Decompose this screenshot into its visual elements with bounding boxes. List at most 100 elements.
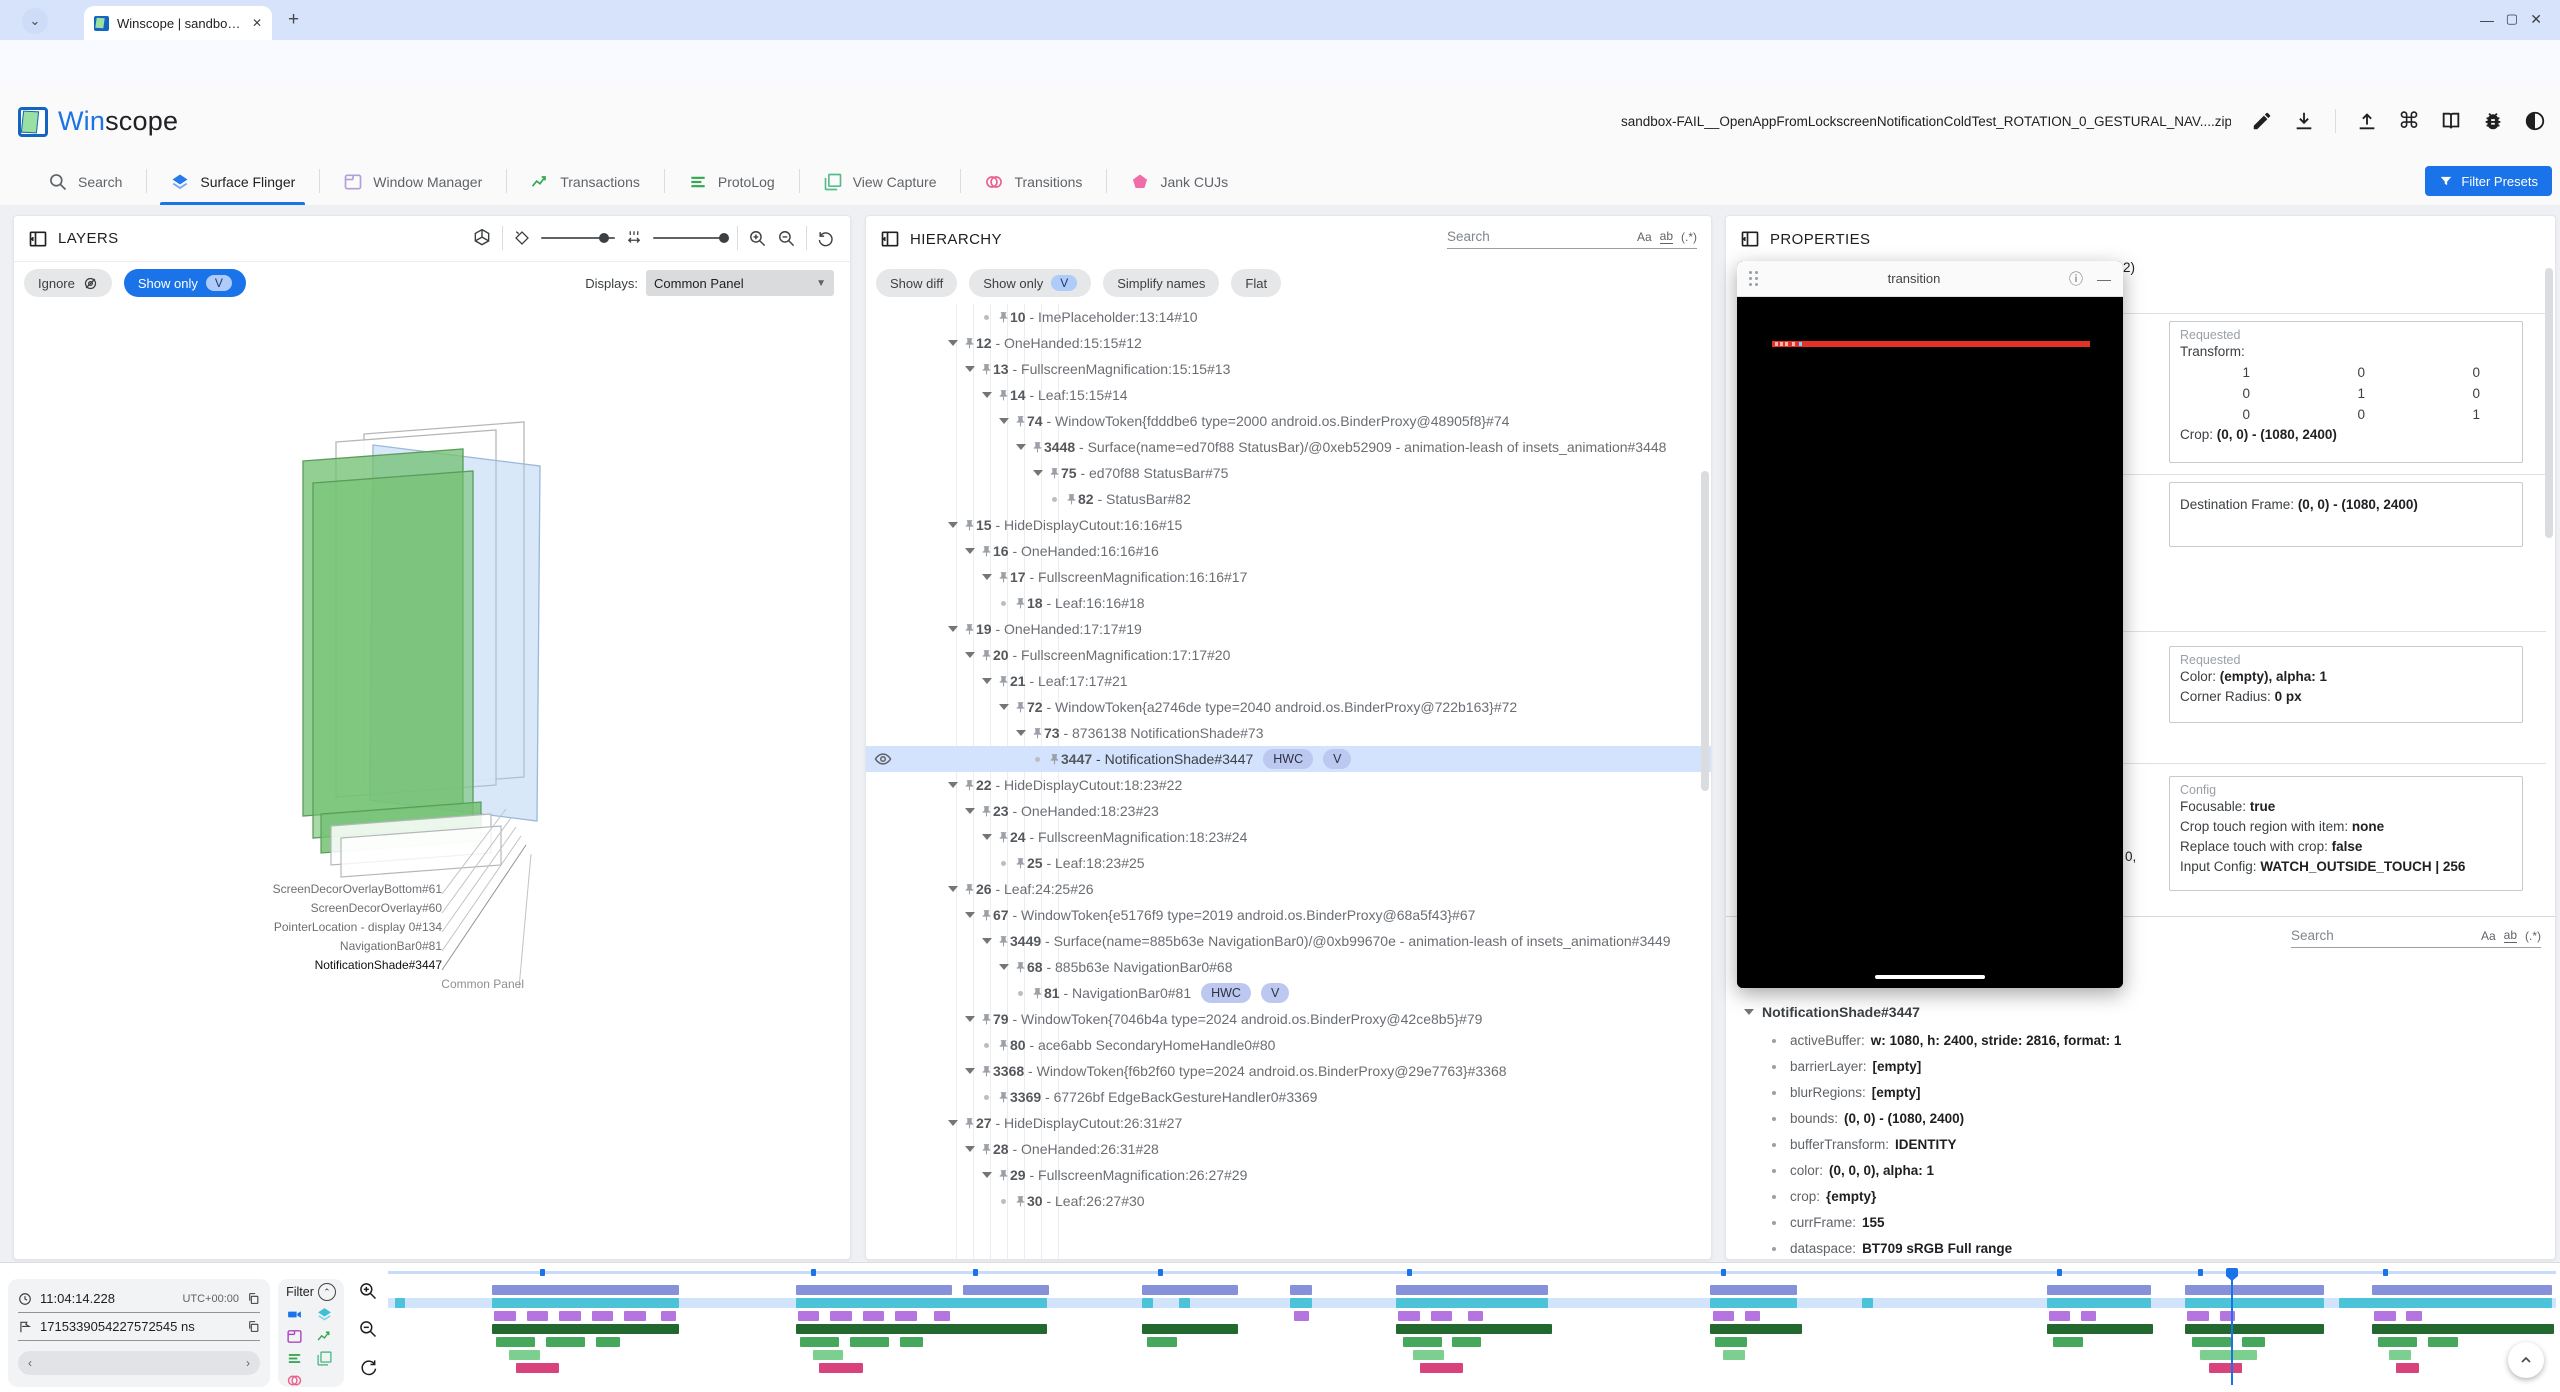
tab-protolog[interactable]: ProtoLog: [664, 158, 799, 205]
trace-entry-segment[interactable]: [1715, 1337, 1748, 1347]
new-tab-button[interactable]: +: [288, 9, 299, 31]
trace-entry-segment[interactable]: [2220, 1311, 2235, 1321]
curr-property-row[interactable]: barrierLayer: [empty]: [1772, 1054, 2545, 1080]
download-trace-icon[interactable]: [2293, 110, 2315, 132]
trace-entry-segment[interactable]: [1403, 1337, 1442, 1347]
pin-icon[interactable]: [1031, 987, 1044, 1000]
expand-chevron-icon[interactable]: [1016, 444, 1026, 450]
trace-entry-segment[interactable]: [796, 1298, 1047, 1308]
layer-3d-label[interactable]: ScreenDecorOverlayBottom#61: [22, 882, 442, 896]
pin-icon[interactable]: [1031, 727, 1044, 740]
trace-entry-segment[interactable]: [1142, 1298, 1153, 1308]
tree-row[interactable]: 80 - ace6abb SecondaryHomeHandle0#80: [866, 1032, 1711, 1058]
trace-entry-segment[interactable]: [1713, 1311, 1735, 1321]
minimize-window-icon[interactable]: —: [2480, 12, 2494, 28]
trace-entry-segment[interactable]: [2081, 1311, 2096, 1321]
tree-row[interactable]: 13 - FullscreenMagnification:15:15#13: [866, 356, 1711, 382]
filter-transitions-icon[interactable]: [286, 1372, 303, 1389]
chip-show-only[interactable]: Show onlyV: [969, 269, 1091, 297]
drag-handle-icon[interactable]: [1749, 271, 1759, 287]
rotation-slider[interactable]: [541, 237, 615, 239]
trace-entry-segment[interactable]: [1710, 1324, 1801, 1334]
browser-tab[interactable]: Winscope | sandbox-FAIL ✕: [84, 6, 272, 40]
trace-entry-segment[interactable]: [830, 1311, 852, 1321]
pin-icon[interactable]: [963, 1117, 976, 1130]
pin-icon[interactable]: [980, 805, 993, 818]
trace-entry-segment[interactable]: [963, 1285, 1050, 1295]
ns-time-row[interactable]: 1715339054227572545 ns: [18, 1313, 260, 1341]
upload-trace-icon[interactable]: [2356, 110, 2378, 132]
expand-chevron-icon[interactable]: [1033, 470, 1043, 476]
trace-entry-segment[interactable]: [850, 1337, 889, 1347]
copy-icon[interactable]: [247, 1292, 260, 1305]
pin-icon[interactable]: [997, 1169, 1010, 1182]
expand-chevron-icon[interactable]: [965, 1146, 975, 1152]
trace-entry-segment[interactable]: [1294, 1311, 1309, 1321]
show-in-3d-eye-icon[interactable]: [874, 750, 892, 768]
tree-row[interactable]: 25 - Leaf:18:23#25: [866, 850, 1711, 876]
trace-entry-segment[interactable]: [546, 1337, 585, 1347]
trace-entry-segment[interactable]: [895, 1311, 917, 1321]
pin-icon[interactable]: [963, 623, 976, 636]
trace-entry-segment[interactable]: [2242, 1337, 2266, 1347]
pin-icon[interactable]: [963, 883, 976, 896]
expand-chevron-icon[interactable]: [982, 574, 992, 580]
expand-chevron-icon[interactable]: [965, 366, 975, 372]
tree-row[interactable]: 72 - WindowToken{a2746de type=2040 andro…: [866, 694, 1711, 720]
pin-icon[interactable]: [1031, 441, 1044, 454]
tab-view-capture[interactable]: View Capture: [799, 158, 961, 205]
documentation-book-icon[interactable]: [2440, 110, 2462, 132]
pin-icon[interactable]: [980, 1065, 993, 1078]
overlay-titlebar[interactable]: transition ⓘ —: [1737, 261, 2123, 297]
pin-icon[interactable]: [997, 1039, 1010, 1052]
edit-pencil-icon[interactable]: [2251, 110, 2273, 132]
trace-entry-segment[interactable]: [1396, 1285, 1548, 1295]
tab-surface-flinger[interactable]: Surface Flinger: [146, 158, 319, 205]
displays-select[interactable]: Common Panel ▼: [646, 270, 834, 296]
spacing-icon[interactable]: [625, 229, 643, 247]
tree-row[interactable]: 21 - Leaf:17:17#21: [866, 668, 1711, 694]
layer-3d-label[interactable]: PointerLocation - display 0#134: [22, 920, 442, 934]
trace-entry-segment[interactable]: [1431, 1311, 1453, 1321]
pin-icon[interactable]: [1014, 857, 1027, 870]
trace-entry-segment[interactable]: [2200, 1350, 2256, 1360]
pin-icon[interactable]: [1014, 961, 1027, 974]
info-icon[interactable]: ⓘ: [2069, 269, 2083, 289]
tree-row[interactable]: 19 - OneHanded:17:17#19: [866, 616, 1711, 642]
layer-3d-label[interactable]: Common Panel: [104, 977, 524, 991]
expand-chevron-icon[interactable]: [1744, 1009, 1754, 1015]
tree-row[interactable]: 17 - FullscreenMagnification:16:16#17: [866, 564, 1711, 590]
pin-icon[interactable]: [963, 779, 976, 792]
hierarchy-search-field[interactable]: Search Aaab(.*): [1447, 229, 1697, 249]
tree-row[interactable]: 74 - WindowToken{fdddbe6 type=2000 andro…: [866, 408, 1711, 434]
trace-entry-segment[interactable]: [1862, 1298, 1873, 1308]
3d-view-cube-icon[interactable]: [472, 228, 492, 248]
expand-chevron-icon[interactable]: [965, 548, 975, 554]
trace-entry-segment[interactable]: [2187, 1311, 2209, 1321]
tree-row[interactable]: 67 - WindowToken{e5176f9 type=2019 andro…: [866, 902, 1711, 928]
pin-icon[interactable]: [980, 909, 993, 922]
curr-property-row[interactable]: color: (0, 0, 0), alpha: 1: [1772, 1158, 2545, 1184]
filter-screen-recording-icon[interactable]: [286, 1306, 303, 1323]
tree-row[interactable]: 24 - FullscreenMagnification:18:23#24: [866, 824, 1711, 850]
filter-transactions-icon[interactable]: [316, 1328, 333, 1345]
tab-jank-cujs[interactable]: Jank CUJs: [1106, 158, 1252, 205]
tree-row-selected[interactable]: 3447 - NotificationShade#3447HWCV: [866, 746, 1711, 772]
trace-entry-segment[interactable]: [1745, 1311, 1760, 1321]
trace-entry-segment[interactable]: [661, 1311, 676, 1321]
expand-chevron-icon[interactable]: [999, 704, 1009, 710]
pin-icon[interactable]: [980, 1013, 993, 1026]
chip-flat[interactable]: Flat: [1231, 269, 1281, 297]
trace-entry-segment[interactable]: [527, 1311, 549, 1321]
tree-row[interactable]: 22 - HideDisplayCutout:18:23#22: [866, 772, 1711, 798]
timeline-cursor[interactable]: [2231, 1269, 2233, 1385]
tree-row[interactable]: 16 - OneHanded:16:16#16: [866, 538, 1711, 564]
expand-timeline-button[interactable]: [2508, 1342, 2544, 1378]
trace-entry-segment[interactable]: [559, 1311, 581, 1321]
trace-entry-segment[interactable]: [496, 1337, 535, 1347]
zoom-reset-icon[interactable]: [358, 1357, 378, 1377]
expand-chevron-icon[interactable]: [948, 626, 958, 632]
trace-entry-segment[interactable]: [863, 1311, 885, 1321]
reset-view-icon[interactable]: [817, 229, 836, 248]
search-options-icons[interactable]: Aaab(.*): [2481, 928, 2541, 943]
